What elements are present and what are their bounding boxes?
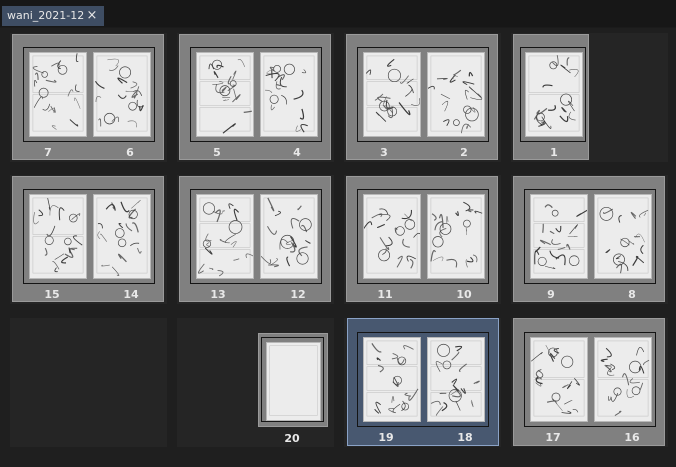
spread-5-4[interactable]: 5 4 <box>179 34 331 160</box>
page-5-thumbnail[interactable] <box>196 52 254 137</box>
spread-7-6[interactable]: 7 6 <box>12 34 164 160</box>
sketch-artwork <box>533 197 587 274</box>
spread-3-2[interactable]: 3 2 <box>346 34 498 160</box>
page-18-thumbnail[interactable] <box>427 337 485 422</box>
sketch-artwork <box>430 340 482 417</box>
page-number-13: 13 <box>210 288 226 301</box>
page-number-20: 20 <box>284 432 300 445</box>
sketch-artwork <box>366 340 419 417</box>
page-6-thumbnail[interactable] <box>93 52 151 137</box>
page-number-10: 10 <box>456 288 472 301</box>
page-number-15: 15 <box>44 288 60 301</box>
page-7-thumbnail[interactable] <box>29 52 87 137</box>
page-13-thumbnail[interactable] <box>196 194 254 279</box>
sketch-artwork <box>94 55 148 132</box>
sketch-artwork <box>263 55 315 133</box>
page-number-18: 18 <box>457 431 473 444</box>
page-number-9: 9 <box>547 288 555 301</box>
page-number-5: 5 <box>213 146 221 159</box>
page-14-thumbnail[interactable] <box>93 194 151 279</box>
spread-15-14[interactable]: 15 14 <box>12 176 164 302</box>
sketch-artwork <box>32 53 84 132</box>
page-number-4: 4 <box>293 146 301 159</box>
page-16-thumbnail[interactable] <box>594 337 652 422</box>
page-11-thumbnail[interactable] <box>363 194 421 279</box>
sketch-artwork <box>528 55 580 132</box>
spread-1[interactable]: 1 <box>513 34 589 160</box>
page-number-12: 12 <box>290 288 306 301</box>
page-number-16: 16 <box>624 431 640 444</box>
sketch-artwork <box>428 55 483 134</box>
document-tab-bar: wani_2021-12 × <box>0 0 676 27</box>
sketch-artwork <box>597 340 650 417</box>
page-12-thumbnail[interactable] <box>260 194 318 279</box>
spread-17-16[interactable]: 17 16 <box>513 318 665 446</box>
page-15-thumbnail[interactable] <box>29 194 87 279</box>
page-number-3: 3 <box>380 146 388 159</box>
sketch-artwork <box>597 197 649 274</box>
spread-13-12[interactable]: 13 12 <box>179 176 331 302</box>
sketch-artwork <box>365 55 420 132</box>
page-2-thumbnail[interactable] <box>427 52 485 137</box>
spread-9-8[interactable]: 9 8 <box>513 176 665 302</box>
page-number-2: 2 <box>460 146 468 159</box>
sketch-artwork <box>364 197 420 274</box>
page-number-8: 8 <box>628 288 636 301</box>
empty-spread-cell <box>10 318 167 447</box>
page-number-14: 14 <box>123 288 139 301</box>
sketch-artwork <box>96 197 148 276</box>
page-10-thumbnail[interactable] <box>427 194 485 279</box>
spread-11-10[interactable]: 11 10 <box>346 176 498 302</box>
page-3-thumbnail[interactable] <box>363 52 421 137</box>
page-number-19: 19 <box>378 431 394 444</box>
page-19-thumbnail[interactable] <box>363 337 421 422</box>
spread-20[interactable] <box>258 333 328 427</box>
page-1-thumbnail[interactable] <box>525 52 583 137</box>
document-tab-title: wani_2021-12 <box>7 9 85 22</box>
page-number-11: 11 <box>377 288 393 301</box>
sketch-artwork <box>199 55 252 134</box>
sketch-artwork <box>261 197 315 274</box>
sketch-artwork <box>197 197 253 277</box>
page-number-17: 17 <box>545 431 561 444</box>
page-number-7: 7 <box>44 146 52 159</box>
page-9-thumbnail[interactable] <box>530 194 588 279</box>
page-4-thumbnail[interactable] <box>260 52 318 137</box>
page-number-6: 6 <box>126 146 134 159</box>
close-icon[interactable]: × <box>85 6 99 26</box>
spread-19-18-selected[interactable]: 19 18 <box>347 318 499 446</box>
sketch-artwork <box>32 197 84 274</box>
document-tab[interactable]: wani_2021-12 × <box>2 6 104 26</box>
page-20-thumbnail[interactable] <box>266 342 321 421</box>
page-17-thumbnail[interactable] <box>530 337 588 422</box>
page-8-thumbnail[interactable] <box>594 194 652 279</box>
sketch-artwork <box>430 197 483 274</box>
sketch-artwork <box>269 345 318 416</box>
page-number-1: 1 <box>550 146 558 159</box>
sketch-artwork <box>531 340 585 417</box>
page-thumbnail-grid: 7 6 5 4 3 2 1 15 14 13 12 11 10 9 8 20 1… <box>0 28 676 467</box>
